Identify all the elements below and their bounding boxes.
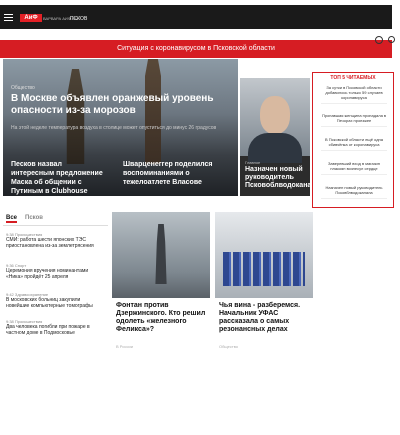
hero-story-link-1[interactable]: Песков назвал интересным предложение Мас… xyxy=(11,160,107,196)
person-card[interactable]: Главное Назначен новый руководитель Пско… xyxy=(240,78,310,196)
news-item[interactable]: 9:42 Здравоохранение В московских больни… xyxy=(6,292,104,309)
top5-title: ТОП 5 ЧИТАЕМЫХ xyxy=(330,75,376,81)
chairs-image xyxy=(223,252,305,286)
person-suit-image xyxy=(248,133,302,163)
news-text[interactable]: В московских больниц закупили новейшие к… xyxy=(6,297,104,309)
covid-banner[interactable]: Ситуация с коронавирусом в Псковской обл… xyxy=(0,40,392,58)
hero-headline[interactable]: В Москве объявлен оранжевый уровень опас… xyxy=(11,93,231,117)
city-selector[interactable]: ПСКОВ xyxy=(70,16,87,22)
top5-item[interactable]: В Псковской области ещё одна сбивчёнка о… xyxy=(321,137,387,151)
hero-story[interactable]: Общество В Москве объявлен оранжевый уро… xyxy=(3,59,238,196)
news-tabs: Все Псков xyxy=(3,213,108,226)
hero-subtext: На этой неделе температура воздуха в сто… xyxy=(11,125,217,131)
top5-item[interactable]: Пропавшая женщина пропадала в Печорах пр… xyxy=(321,113,387,127)
search-icon[interactable] xyxy=(375,36,383,44)
person-head-image xyxy=(260,96,290,134)
top5-item[interactable]: Заверевший вход в магазин плакоян вознес… xyxy=(321,161,387,175)
top-navigation-bar: АиФ ВАРВАРА АИФ.RU ПСКОВ xyxy=(0,5,392,29)
card-title[interactable]: Назначен новый руководитель Псковоблводо… xyxy=(245,166,310,190)
news-item[interactable]: 9:36 Спорт Церемония вручения номинантам… xyxy=(6,263,104,280)
top5-panel: ТОП 5 ЧИТАЕМЫХ За сутки в Псковской обла… xyxy=(312,72,394,208)
top5-item[interactable]: Назначен новый руководитель Псковблводок… xyxy=(321,185,387,199)
reflection-fade xyxy=(0,330,400,435)
tab-pskov[interactable]: Псков xyxy=(25,215,43,221)
tab-all[interactable]: Все xyxy=(6,215,18,223)
news-text[interactable]: Церемония вручения номинантами «Ника» пр… xyxy=(6,268,104,280)
news-item[interactable]: 9:38 Происшествия СМИ: работа шести япон… xyxy=(6,232,104,249)
user-icon[interactable] xyxy=(388,36,395,43)
card-category: Главное xyxy=(245,160,261,165)
screen: АиФ ВАРВАРА АИФ.RU ПСКОВ Ситуация с коро… xyxy=(0,0,400,435)
hero-story-link-2[interactable]: Шварценеггер поделился воспоминаниями о … xyxy=(123,160,233,187)
top5-item[interactable]: За сутки в Псковской области добавилось … xyxy=(321,85,387,104)
site-logo[interactable]: АиФ xyxy=(20,14,42,22)
hero-tag: Общество xyxy=(11,85,35,91)
news-text[interactable]: СМИ: работа шести японских ТЭС приостано… xyxy=(6,237,104,249)
menu-icon[interactable] xyxy=(4,14,13,21)
